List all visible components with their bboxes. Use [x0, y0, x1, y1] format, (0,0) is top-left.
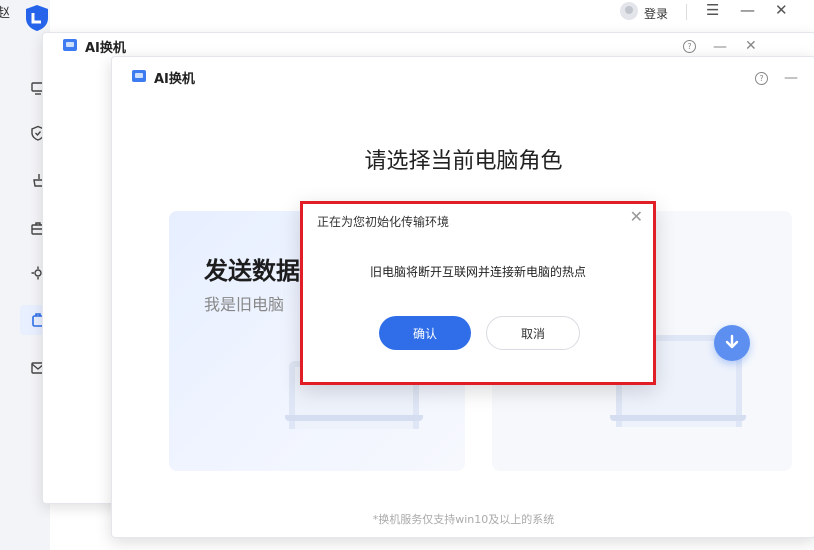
login-link[interactable]: 登录: [644, 5, 668, 22]
base-close-button[interactable]: ✕: [775, 1, 788, 19]
send-card-subtitle: 我是旧电脑: [204, 295, 285, 314]
menu-icon[interactable]: ☰: [706, 1, 719, 19]
dialog-message: 旧电脑将断开互联网并连接新电脑的热点: [369, 265, 586, 279]
window-title: AI换机: [154, 72, 195, 87]
app-window-icon: [132, 70, 146, 82]
app-logo-icon: [26, 5, 48, 31]
app-window-icon: [63, 39, 77, 51]
base-edge-text: 赵: [0, 6, 11, 21]
laptop-base: [285, 415, 423, 421]
window-title: AI换机: [85, 41, 126, 56]
base-minimize-button[interactable]: —: [740, 1, 755, 19]
confirm-button[interactable]: 确认: [379, 316, 471, 350]
footer-note: *换机服务仅支持win10及以上的系统: [372, 513, 555, 526]
laptop-base: [610, 415, 746, 421]
dialog-close-icon[interactable]: ✕: [630, 209, 643, 225]
close-button[interactable]: ✕: [745, 39, 757, 53]
cancel-button[interactable]: 取消: [486, 316, 580, 350]
help-icon[interactable]: ?: [755, 72, 768, 85]
minimize-button[interactable]: —: [784, 71, 798, 85]
send-card-title: 发送数据: [204, 257, 300, 285]
page-title: 请选择当前电脑角色: [364, 149, 563, 174]
avatar[interactable]: [620, 2, 638, 20]
dialog-title: 正在为您初始化传输环境: [317, 215, 450, 229]
topbar-divider: [686, 4, 687, 20]
help-icon[interactable]: ?: [683, 40, 696, 53]
minimize-button[interactable]: —: [713, 40, 727, 54]
init-transfer-dialog: 正在为您初始化传输环境 ✕ 旧电脑将断开互联网并连接新电脑的热点 确认 取消: [300, 201, 656, 385]
download-arrow-icon: [714, 325, 750, 361]
